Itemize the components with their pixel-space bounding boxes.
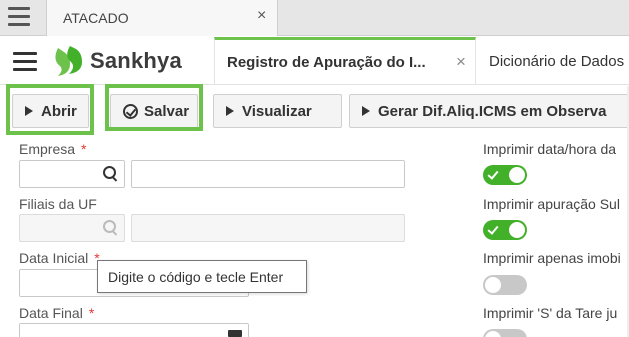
- play-icon: [226, 106, 234, 116]
- empresa-code-input[interactable]: [19, 160, 125, 188]
- sankhya-logo[interactable]: Sankhya: [50, 43, 182, 79]
- browser-tab-label: ATACADO: [63, 10, 129, 26]
- play-icon: [362, 106, 370, 116]
- tab-dicionario-dados[interactable]: Dicionário de Dados: [476, 37, 629, 85]
- filiais-code-input: [19, 214, 125, 242]
- data-final-label: Data Final *: [19, 305, 95, 321]
- option-label: Imprimir apuração Sul: [483, 196, 620, 212]
- browser-menu-icon[interactable]: [8, 7, 30, 27]
- brand-name: Sankhya: [90, 48, 182, 73]
- generate-button-label: Gerar Dif.Aliq.ICMS em Observa: [378, 102, 607, 120]
- data-inicial-label: Data Inicial *: [19, 250, 100, 266]
- required-mark: *: [81, 141, 87, 157]
- highlight-open: [6, 84, 94, 135]
- empresa-name-input[interactable]: [131, 160, 405, 188]
- data-final-input[interactable]: [19, 323, 249, 337]
- view-button[interactable]: Visualizar: [213, 94, 342, 128]
- empresa-label: Empresa *: [19, 141, 87, 157]
- close-icon[interactable]: ×: [257, 7, 266, 25]
- browser-tab-atacado[interactable]: ATACADO ×: [46, 0, 278, 36]
- option-label: Imprimir 'S' da Tare ju: [483, 305, 618, 321]
- calendar-icon[interactable]: [228, 330, 242, 337]
- filiais-name-input: [131, 214, 405, 242]
- search-icon: [103, 220, 119, 236]
- toggle-print-datetime[interactable]: [483, 165, 527, 185]
- option-label: Imprimir data/hora da: [483, 141, 617, 157]
- browser-tab-strip: ATACADO ×: [0, 0, 629, 36]
- option-label: Imprimir apenas imobi: [483, 250, 621, 266]
- check-icon: [487, 223, 499, 235]
- tab-registro-apuracao[interactable]: Registro de Apuração do I... ×: [214, 37, 476, 85]
- sankhya-logo-mark-icon: [55, 46, 82, 76]
- view-button-label: Visualizar: [242, 102, 312, 120]
- tab-label: Registro de Apuração do I...: [227, 54, 426, 71]
- highlight-save: [105, 84, 203, 131]
- tab-label: Dicionário de Dados: [489, 53, 625, 70]
- generate-icms-button[interactable]: Gerar Dif.Aliq.ICMS em Observa: [349, 94, 629, 128]
- check-icon: [487, 168, 499, 180]
- required-mark: *: [88, 305, 95, 321]
- toggle-print-imobilizado[interactable]: [483, 275, 527, 295]
- app-header: Sankhya Registro de Apuração do I... × D…: [0, 37, 629, 85]
- toggle-print-apuracao[interactable]: [483, 220, 527, 240]
- filiais-label: Filiais da UF: [19, 196, 97, 212]
- search-icon[interactable]: [103, 166, 119, 182]
- menu-icon[interactable]: [13, 52, 37, 71]
- close-icon[interactable]: ×: [456, 52, 466, 72]
- tooltip: Digite o código e tecle Enter: [97, 260, 307, 293]
- toggle-print-tare[interactable]: [483, 329, 527, 337]
